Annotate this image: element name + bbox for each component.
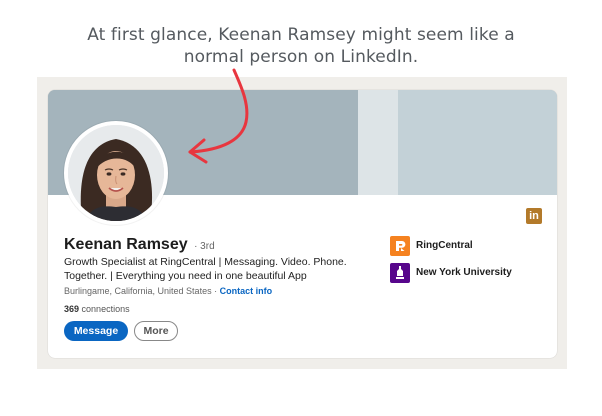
- message-button[interactable]: Message: [64, 321, 128, 341]
- ringcentral-logo-icon: [390, 236, 410, 256]
- profile-headline: Growth Specialist at RingCentral | Messa…: [64, 256, 347, 282]
- connections-number: 369: [64, 304, 80, 314]
- avatar-portrait: [68, 125, 164, 221]
- more-button[interactable]: More: [134, 321, 178, 341]
- org-label: New York University: [416, 267, 512, 278]
- org-label: RingCentral: [416, 240, 473, 251]
- contact-info-link[interactable]: Contact info: [220, 286, 273, 296]
- banner-band: [398, 90, 557, 195]
- headline-caption: At first glance, Keenan Ramsey might see…: [0, 24, 602, 68]
- profile-location-line: Burlingame, California, United States · …: [64, 286, 272, 296]
- profile-name[interactable]: Keenan Ramsey: [64, 236, 188, 253]
- linkedin-icon[interactable]: in: [526, 208, 542, 224]
- connection-degree: · 3rd: [194, 241, 215, 252]
- profile-avatar[interactable]: [64, 121, 168, 225]
- connections-count[interactable]: 369 connections: [64, 304, 130, 314]
- headline-line-2: normal person on LinkedIn.: [183, 47, 419, 67]
- profile-location: Burlingame, California, United States: [64, 286, 212, 296]
- location-separator: ·: [214, 286, 218, 296]
- banner-band: [358, 90, 403, 195]
- connections-label: connections: [81, 304, 130, 314]
- profile-name-line: Keenan Ramsey · 3rd: [64, 236, 215, 254]
- annotation-arrow-icon: [188, 68, 249, 164]
- headline-line-1: At first glance, Keenan Ramsey might see…: [87, 25, 515, 45]
- nyu-logo-icon: [390, 263, 410, 283]
